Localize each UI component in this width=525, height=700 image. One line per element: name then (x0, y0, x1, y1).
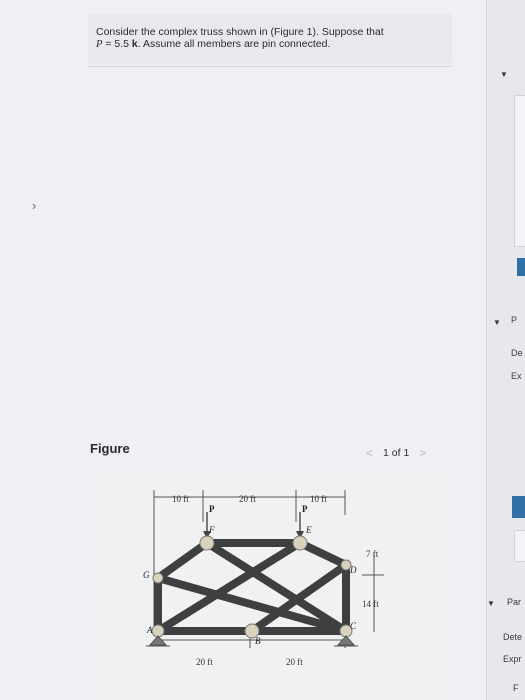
member-FG (154, 539, 211, 582)
dropdown-arrow-icon[interactable]: ▼ (500, 70, 508, 79)
node-label-D: D (349, 565, 357, 575)
determine-label: De (511, 348, 523, 358)
answer-input-box-2[interactable] (514, 530, 525, 562)
force-label: F (513, 683, 519, 693)
part-label: P (511, 315, 518, 325)
node-E (292, 535, 308, 551)
template-button[interactable] (512, 496, 525, 518)
dim-bottom-2: 20 ft (286, 657, 303, 667)
express-label-2: Expr (503, 654, 522, 664)
truss-figure: 10 ft 20 ft 10 ft 20 ft 20 ft 7 ft 14 ft… (143, 490, 384, 667)
dim-right-2: 14 ft (362, 599, 379, 609)
determine-label-2: Dete (503, 632, 523, 642)
part-label-2: Par (507, 597, 522, 607)
submit-button[interactable] (517, 258, 525, 276)
express-label: Ex (511, 371, 522, 381)
answer-input-box[interactable] (514, 95, 525, 247)
part-toggle-icon[interactable]: ▼ (493, 318, 501, 327)
node-label-F: F (208, 525, 215, 535)
dim-top-2: 20 ft (239, 494, 256, 504)
dim-top-3: 10 ft (310, 494, 327, 504)
node-label-E: E (305, 525, 312, 535)
load-label-left: P (209, 504, 215, 514)
dim-top-1: 10 ft (172, 494, 189, 504)
node-A (151, 624, 165, 638)
part-toggle-icon-2[interactable]: ▼ (487, 599, 495, 608)
load-label-right: P (302, 504, 308, 514)
node-label-A: A (146, 625, 153, 635)
node-label-C: C (350, 621, 357, 631)
member-ED (296, 539, 350, 569)
node-label-G: G (143, 570, 150, 580)
node-G (152, 572, 164, 584)
dim-right-1: 7 ft (366, 549, 379, 559)
node-label-B: B (255, 636, 261, 646)
dim-bottom-1: 20 ft (196, 657, 213, 667)
node-F (199, 535, 215, 551)
